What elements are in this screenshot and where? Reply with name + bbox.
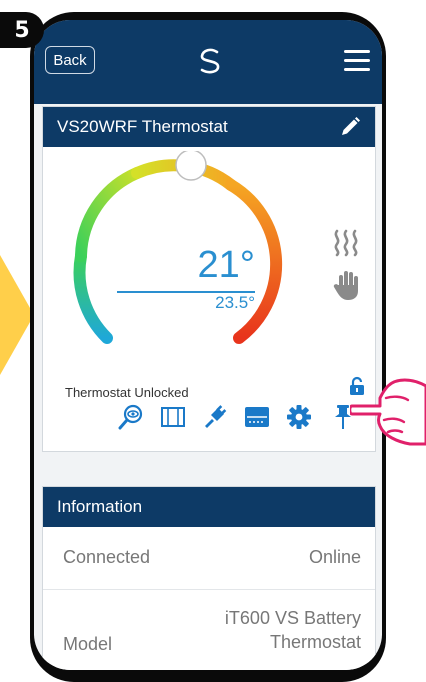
information-title: Information [43,487,375,527]
top-bar: Back [34,20,382,104]
hamburger-menu-icon[interactable] [344,50,370,72]
thermostat-card: VS20WRF Thermostat 21° 23.5° Thermostat … [42,106,376,452]
info-label: Connected [63,547,151,567]
gear-icon[interactable] [285,403,313,431]
step-number-badge: 5 [0,12,44,48]
information-card: Information Connected Online Model iT600… [42,486,376,670]
info-row-model: Model iT600 VS Battery Thermostat [43,590,375,670]
pencil-edit-icon[interactable] [339,116,361,138]
info-row-connected: Connected Online [43,527,375,590]
info-value: iT600 VS Battery [224,608,361,628]
thermostat-title: VS20WRF Thermostat [57,117,228,136]
info-label: Model [63,634,113,654]
window-icon[interactable] [159,403,187,431]
plug-icon[interactable] [201,403,229,431]
salus-logo-icon [200,48,220,74]
current-temperature: 23.5° [215,293,255,312]
pointing-hand-icon [350,378,426,446]
display-panel-icon[interactable] [243,403,271,431]
info-value: Thermostat [269,632,361,652]
thermostat-card-header: VS20WRF Thermostat [43,107,375,147]
info-value: Online [308,547,361,567]
toolbar [117,403,375,435]
manual-hand-icon [333,271,358,300]
lock-status-label: Thermostat Unlocked [65,385,189,400]
heating-waves-icon [334,229,358,257]
magnifier-eye-icon[interactable] [117,403,145,431]
back-button[interactable]: Back [45,46,95,74]
dial-handle[interactable] [175,151,207,181]
yellow-arrow-icon [0,255,34,375]
setpoint-temperature: 21° [197,244,255,286]
phone-screen: Back VS20WRF Thermostat 21° 23.5° Thermo… [34,20,382,670]
